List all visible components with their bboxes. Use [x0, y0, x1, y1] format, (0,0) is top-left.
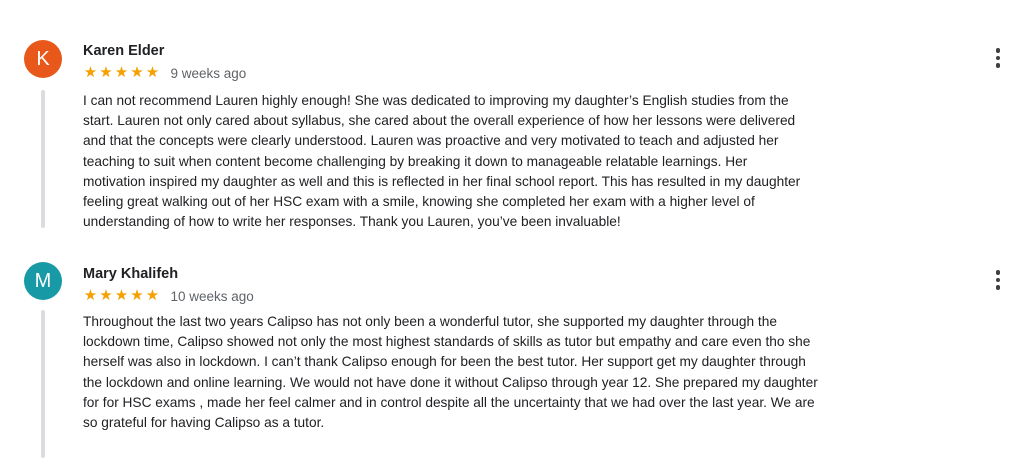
- review-text-line: teaching to suit when content become cha…: [83, 153, 748, 169]
- avatar[interactable]: M: [24, 262, 62, 300]
- review-text-line: Throughout the last two years Calipso ha…: [83, 314, 777, 329]
- star-icon: ★: [83, 287, 98, 304]
- menu-dot: [995, 48, 1001, 53]
- star-icon: ★: [99, 287, 114, 304]
- more-vert-icon[interactable]: [988, 268, 1008, 292]
- menu-dot: [995, 277, 1001, 283]
- review-text-line: for for HSC exams , made her feel calmer…: [83, 394, 815, 410]
- menu-dot: [995, 55, 1001, 61]
- review-card: K Karen Elder ★ ★ ★ ★ ★ 9 weeks ago I can no…: [0, 0, 1024, 240]
- reviewer-name[interactable]: Karen Elder: [83, 43, 164, 59]
- review-text: I can not recommend Lauren highly enough…: [83, 91, 953, 232]
- review-text-line: I can not recommend Lauren highly enough…: [83, 93, 789, 108]
- thread-line: [41, 310, 45, 458]
- review-text-line: start. Lauren not only cared about sylla…: [83, 113, 796, 129]
- menu-dot: [995, 270, 1001, 275]
- star-rating: ★ ★ ★ ★ ★: [83, 64, 161, 82]
- review-text-line: herself was also in lockdown. I can’t th…: [83, 354, 806, 370]
- star-icon: ★: [114, 64, 129, 81]
- review-text-line: feeling great walking out of her HSC exa…: [83, 194, 755, 210]
- star-rating: ★ ★ ★ ★ ★: [83, 287, 161, 305]
- star-icon: ★: [114, 287, 129, 304]
- review-text-line: lockdown time, Calipso showed not only t…: [83, 334, 811, 350]
- star-icon: ★: [145, 64, 160, 81]
- review-text: Throughout the last two years Calipso ha…: [83, 312, 953, 433]
- avatar[interactable]: K: [24, 40, 62, 78]
- menu-dot: [995, 63, 1001, 68]
- more-vert-icon[interactable]: [988, 46, 1008, 70]
- review-text-line: and that the concepts were clearly under…: [83, 133, 779, 149]
- review-text-line: so grateful for having Calipso as a tuto…: [83, 415, 325, 431]
- star-icon: ★: [130, 64, 145, 81]
- review-text-line: motivation inspired my daughter as well …: [83, 173, 801, 189]
- review-meta: ★ ★ ★ ★ ★ 9 weeks ago: [83, 64, 247, 82]
- star-icon: ★: [99, 64, 114, 81]
- star-icon: ★: [83, 64, 98, 81]
- review-text-line: understanding of how to write her respon…: [83, 214, 621, 230]
- menu-dot: [995, 285, 1001, 290]
- review-meta: ★ ★ ★ ★ ★ 10 weeks ago: [83, 287, 254, 305]
- star-icon: ★: [145, 287, 160, 304]
- review-time: 9 weeks ago: [170, 65, 247, 81]
- star-icon: ★: [130, 287, 145, 304]
- review-time: 10 weeks ago: [170, 288, 254, 304]
- reviewer-name[interactable]: Mary Khalifeh: [83, 266, 178, 282]
- review-text-line: the lockdown and online learning. We wou…: [83, 374, 818, 390]
- review-card: M Mary Khalifeh ★ ★ ★ ★ ★ 10 weeks ago Throu…: [0, 250, 1024, 460]
- thread-line: [41, 90, 45, 228]
